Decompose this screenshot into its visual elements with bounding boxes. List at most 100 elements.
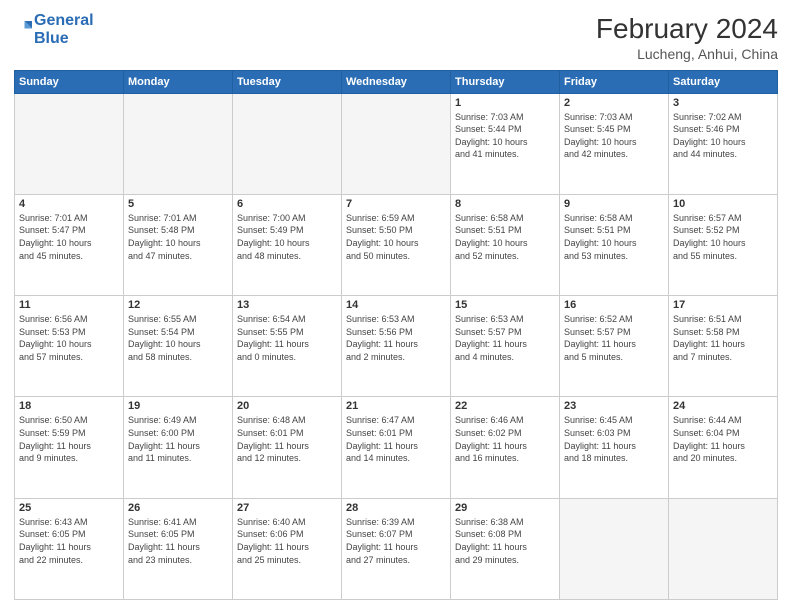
calendar-cell: 22 Sunrise: 6:46 AM Sunset: 6:02 PM Dayli… <box>451 397 560 498</box>
logo-text-line1: General <box>34 12 94 30</box>
calendar-header-monday: Monday <box>124 70 233 93</box>
day-info: Sunrise: 6:55 AM Sunset: 5:54 PM Dayligh… <box>128 313 228 363</box>
calendar-cell <box>669 498 778 599</box>
calendar-header-friday: Friday <box>560 70 669 93</box>
logo-text-line2: Blue <box>34 30 94 48</box>
calendar-cell: 11 Sunrise: 6:56 AM Sunset: 5:53 PM Dayli… <box>15 296 124 397</box>
day-number: 2 <box>564 97 664 109</box>
calendar-header-saturday: Saturday <box>669 70 778 93</box>
calendar-cell <box>233 93 342 194</box>
calendar-week-1: 4 Sunrise: 7:01 AM Sunset: 5:47 PM Daylig… <box>15 194 778 295</box>
day-number: 25 <box>19 502 119 514</box>
day-number: 19 <box>128 400 228 412</box>
calendar-week-0: 1 Sunrise: 7:03 AM Sunset: 5:44 PM Daylig… <box>15 93 778 194</box>
calendar-cell: 8 Sunrise: 6:58 AM Sunset: 5:51 PM Daylig… <box>451 194 560 295</box>
day-info: Sunrise: 6:56 AM Sunset: 5:53 PM Dayligh… <box>19 313 119 363</box>
day-info: Sunrise: 6:52 AM Sunset: 5:57 PM Dayligh… <box>564 313 664 363</box>
calendar-cell: 21 Sunrise: 6:47 AM Sunset: 6:01 PM Dayli… <box>342 397 451 498</box>
calendar-header-tuesday: Tuesday <box>233 70 342 93</box>
day-number: 21 <box>346 400 446 412</box>
calendar-cell: 5 Sunrise: 7:01 AM Sunset: 5:48 PM Daylig… <box>124 194 233 295</box>
day-number: 12 <box>128 299 228 311</box>
day-info: Sunrise: 6:57 AM Sunset: 5:52 PM Dayligh… <box>673 212 773 262</box>
day-number: 1 <box>455 97 555 109</box>
calendar-cell: 18Sunrise: 6:50 AM Sunset: 5:59 PM Dayli… <box>15 397 124 498</box>
calendar-cell: 23 Sunrise: 6:45 AM Sunset: 6:03 PM Dayli… <box>560 397 669 498</box>
day-info: Sunrise: 7:00 AM Sunset: 5:49 PM Dayligh… <box>237 212 337 262</box>
calendar-cell: 24Sunrise: 6:44 AM Sunset: 6:04 PM Dayli… <box>669 397 778 498</box>
day-number: 23 <box>564 400 664 412</box>
calendar-cell: 28Sunrise: 6:39 AM Sunset: 6:07 PM Dayli… <box>342 498 451 599</box>
calendar-cell <box>15 93 124 194</box>
calendar-cell: 10 Sunrise: 6:57 AM Sunset: 5:52 PM Dayli… <box>669 194 778 295</box>
calendar-cell: 25 Sunrise: 6:43 AM Sunset: 6:05 PM Dayli… <box>15 498 124 599</box>
day-info: Sunrise: 6:53 AM Sunset: 5:57 PM Dayligh… <box>455 313 555 363</box>
calendar-header-row: SundayMondayTuesdayWednesdayThursdayFrid… <box>15 70 778 93</box>
day-info: Sunrise: 6:45 AM Sunset: 6:03 PM Dayligh… <box>564 414 664 464</box>
day-info: Sunrise: 7:03 AM Sunset: 5:45 PM Dayligh… <box>564 111 664 161</box>
calendar-body: 1 Sunrise: 7:03 AM Sunset: 5:44 PM Daylig… <box>15 93 778 599</box>
page: General Blue February 2024 Lucheng, Anhu… <box>0 0 792 612</box>
day-info: Sunrise: 6:40 AM Sunset: 6:06 PM Dayligh… <box>237 516 337 566</box>
subtitle: Lucheng, Anhui, China <box>596 46 778 62</box>
day-number: 10 <box>673 198 773 210</box>
calendar-header-sunday: Sunday <box>15 70 124 93</box>
calendar-cell: 27 Sunrise: 6:40 AM Sunset: 6:06 PM Dayli… <box>233 498 342 599</box>
day-info: Sunrise: 6:46 AM Sunset: 6:02 PM Dayligh… <box>455 414 555 464</box>
calendar-week-2: 11 Sunrise: 6:56 AM Sunset: 5:53 PM Dayli… <box>15 296 778 397</box>
day-number: 16 <box>564 299 664 311</box>
day-number: 20 <box>237 400 337 412</box>
day-info: Sunrise: 6:38 AM Sunset: 6:08 PM Dayligh… <box>455 516 555 566</box>
calendar-cell: 15 Sunrise: 6:53 AM Sunset: 5:57 PM Dayli… <box>451 296 560 397</box>
calendar-cell <box>342 93 451 194</box>
calendar-week-3: 18Sunrise: 6:50 AM Sunset: 5:59 PM Dayli… <box>15 397 778 498</box>
day-info: Sunrise: 6:49 AM Sunset: 6:00 PM Dayligh… <box>128 414 228 464</box>
day-number: 4 <box>19 198 119 210</box>
calendar-cell: 1 Sunrise: 7:03 AM Sunset: 5:44 PM Daylig… <box>451 93 560 194</box>
day-info: Sunrise: 6:47 AM Sunset: 6:01 PM Dayligh… <box>346 414 446 464</box>
calendar: SundayMondayTuesdayWednesdayThursdayFrid… <box>14 70 778 600</box>
day-info: Sunrise: 7:01 AM Sunset: 5:47 PM Dayligh… <box>19 212 119 262</box>
logo-icon <box>14 18 32 36</box>
day-number: 9 <box>564 198 664 210</box>
calendar-cell: 2 Sunrise: 7:03 AM Sunset: 5:45 PM Daylig… <box>560 93 669 194</box>
day-number: 27 <box>237 502 337 514</box>
day-info: Sunrise: 6:58 AM Sunset: 5:51 PM Dayligh… <box>455 212 555 262</box>
day-number: 17 <box>673 299 773 311</box>
day-info: Sunrise: 6:41 AM Sunset: 6:05 PM Dayligh… <box>128 516 228 566</box>
day-number: 22 <box>455 400 555 412</box>
header: General Blue February 2024 Lucheng, Anhu… <box>14 12 778 62</box>
day-number: 14 <box>346 299 446 311</box>
day-info: Sunrise: 7:02 AM Sunset: 5:46 PM Dayligh… <box>673 111 773 161</box>
day-number: 8 <box>455 198 555 210</box>
day-number: 5 <box>128 198 228 210</box>
day-number: 28 <box>346 502 446 514</box>
calendar-cell <box>560 498 669 599</box>
calendar-cell: 6 Sunrise: 7:00 AM Sunset: 5:49 PM Daylig… <box>233 194 342 295</box>
calendar-cell: 26 Sunrise: 6:41 AM Sunset: 6:05 PM Dayli… <box>124 498 233 599</box>
calendar-header-thursday: Thursday <box>451 70 560 93</box>
calendar-cell: 4 Sunrise: 7:01 AM Sunset: 5:47 PM Daylig… <box>15 194 124 295</box>
day-number: 15 <box>455 299 555 311</box>
day-number: 13 <box>237 299 337 311</box>
day-number: 6 <box>237 198 337 210</box>
logo: General Blue <box>14 12 94 47</box>
calendar-cell: 9Sunrise: 6:58 AM Sunset: 5:51 PM Daylig… <box>560 194 669 295</box>
title-block: February 2024 Lucheng, Anhui, China <box>596 12 778 62</box>
main-title: February 2024 <box>596 12 778 46</box>
day-info: Sunrise: 7:01 AM Sunset: 5:48 PM Dayligh… <box>128 212 228 262</box>
calendar-cell <box>124 93 233 194</box>
day-info: Sunrise: 6:51 AM Sunset: 5:58 PM Dayligh… <box>673 313 773 363</box>
calendar-cell: 13Sunrise: 6:54 AM Sunset: 5:55 PM Dayli… <box>233 296 342 397</box>
calendar-cell: 20Sunrise: 6:48 AM Sunset: 6:01 PM Dayli… <box>233 397 342 498</box>
calendar-header-wednesday: Wednesday <box>342 70 451 93</box>
day-info: Sunrise: 6:43 AM Sunset: 6:05 PM Dayligh… <box>19 516 119 566</box>
day-number: 26 <box>128 502 228 514</box>
day-number: 11 <box>19 299 119 311</box>
day-info: Sunrise: 6:59 AM Sunset: 5:50 PM Dayligh… <box>346 212 446 262</box>
calendar-cell: 29Sunrise: 6:38 AM Sunset: 6:08 PM Dayli… <box>451 498 560 599</box>
day-number: 3 <box>673 97 773 109</box>
calendar-cell: 3 Sunrise: 7:02 AM Sunset: 5:46 PM Daylig… <box>669 93 778 194</box>
calendar-cell: 16 Sunrise: 6:52 AM Sunset: 5:57 PM Dayli… <box>560 296 669 397</box>
day-info: Sunrise: 7:03 AM Sunset: 5:44 PM Dayligh… <box>455 111 555 161</box>
